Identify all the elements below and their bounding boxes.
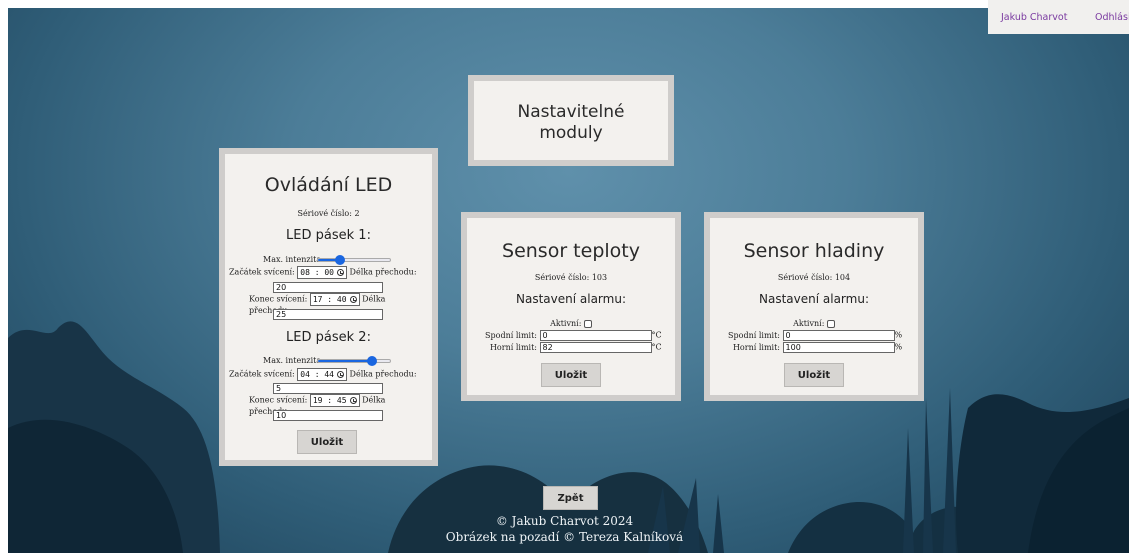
top-nav: Jakub Charvot Odhlásit [988, 0, 1129, 34]
strip2-start-row: Začátek svícení: 04 : 44 Délka přechodu: [229, 368, 429, 381]
modules-title-card: Nastavitelné moduly [468, 75, 674, 166]
level-active-label: Aktivní: [793, 319, 825, 328]
temp-alarm-title: Nastavení alarmu: [516, 292, 626, 306]
strip2-start-label: Začátek svícení: [229, 369, 295, 379]
strip1-start-transition-label: Délka přechodu: [349, 267, 417, 277]
temp-high-label: Horní limit: [489, 342, 537, 352]
led-strip1-title: LED pásek 1: [286, 228, 371, 243]
strip2-end-time-input[interactable]: 19 : 45 [309, 394, 360, 407]
strip2-intensity-slider[interactable] [317, 356, 391, 366]
led-card-title: Ovládání LED [264, 174, 393, 196]
strip2-start-transition-label: Délka přechodu: [349, 369, 417, 379]
footer-image-credit: Obrázek na pozadí © Tereza Kalníková [445, 530, 684, 544]
strip1-max-label: Max. intenzita: [263, 255, 324, 264]
level-sensor-card: Sensor hladiny Sériové číslo: 104 Nastav… [704, 212, 924, 401]
level-low-unit: % [894, 330, 903, 340]
strip2-start-time-input[interactable]: 04 : 44 [297, 368, 347, 381]
temp-high-row: Horní limit: 82 °C [467, 342, 679, 353]
level-alarm-title: Nastavení alarmu: [759, 292, 869, 306]
strip2-start-transition-input[interactable]: 5 [273, 383, 383, 394]
led-save-button[interactable]: Uložit [297, 430, 357, 454]
level-high-label: Horní limit: [732, 342, 780, 352]
strip1-end-time-input[interactable]: 17 : 40 [309, 293, 360, 306]
level-save-button[interactable]: Uložit [784, 363, 844, 387]
temp-low-input[interactable]: 0 [539, 330, 652, 341]
strip2-max-label: Max. intenzita: [263, 356, 324, 365]
strip1-start-row: Začátek svícení: 08 : 00 Délka přechodu: [229, 266, 429, 279]
clock-icon[interactable] [337, 269, 344, 276]
level-high-row: Horní limit: 100% [710, 342, 922, 353]
strip2-end-time-value: 19 : 45 [312, 396, 347, 405]
strip2-end-label: Konec svícení: [249, 395, 308, 405]
temp-card-title: Sensor teploty [502, 240, 640, 262]
level-active-checkbox[interactable] [826, 320, 835, 328]
clock-icon[interactable] [349, 296, 357, 303]
user-link[interactable]: Jakub Charvot [1001, 12, 1067, 23]
led-strip2-title: LED pásek 2: [286, 330, 371, 345]
temp-active-label: Aktivní: [550, 319, 582, 328]
footer-copyright: © Jakub Charvot 2024 [495, 514, 634, 528]
clock-icon[interactable] [337, 371, 344, 378]
page-title-line2: moduly [539, 123, 603, 143]
level-low-row: Spodní limit: 0% [710, 330, 922, 341]
temp-low-label: Spodní limit: [485, 330, 537, 340]
level-high-input[interactable]: 100 [782, 342, 895, 353]
strip1-intensity-slider[interactable] [317, 255, 391, 265]
strip1-start-label: Začátek svícení: [229, 267, 295, 277]
strip1-start-time-value: 08 : 00 [300, 268, 334, 277]
strip1-end-time-value: 17 : 40 [312, 295, 347, 304]
level-high-unit: % [894, 342, 903, 352]
level-low-input[interactable]: 0 [782, 330, 895, 341]
temp-low-unit: °C [651, 330, 662, 340]
strip1-end-transition-input[interactable]: 25 [273, 309, 383, 320]
strip1-end-label: Konec svícení: [249, 294, 308, 304]
led-serial: Sériové číslo: 2 [297, 209, 360, 218]
temp-high-unit: °C [651, 342, 662, 352]
temp-low-row: Spodní limit: 0 °C [467, 330, 679, 341]
temp-high-input[interactable]: 82 [539, 342, 652, 353]
page-title-line1: Nastavitelné [517, 102, 625, 122]
level-low-label: Spodní limit: [728, 330, 780, 340]
temp-save-button[interactable]: Uložit [541, 363, 601, 387]
strip1-start-transition-input[interactable]: 20 [273, 282, 383, 293]
level-active-row: Aktivní: [710, 319, 918, 328]
back-button[interactable]: Zpět [543, 486, 598, 510]
level-card-title: Sensor hladiny [743, 240, 885, 262]
strip1-intensity-knob[interactable] [334, 255, 345, 265]
strip2-intensity-knob[interactable] [367, 356, 377, 366]
temp-active-checkbox[interactable] [583, 320, 592, 328]
strip1-start-time-input[interactable]: 08 : 00 [297, 266, 347, 279]
strip2-start-time-value: 04 : 44 [300, 370, 334, 379]
logout-link[interactable]: Odhlásit [1095, 12, 1129, 23]
temperature-sensor-card: Sensor teploty Sériové číslo: 103 Nastav… [461, 212, 681, 401]
temp-serial: Sériové číslo: 103 [534, 273, 608, 282]
strip2-intensity-fill [318, 360, 372, 362]
level-serial: Sériové číslo: 104 [777, 273, 851, 282]
clock-icon[interactable] [349, 397, 357, 404]
strip2-end-transition-input[interactable]: 10 [273, 410, 383, 421]
led-control-card: Ovládání LED Sériové číslo: 2 LED pásek … [219, 148, 438, 466]
temp-active-row: Aktivní: [467, 319, 675, 328]
